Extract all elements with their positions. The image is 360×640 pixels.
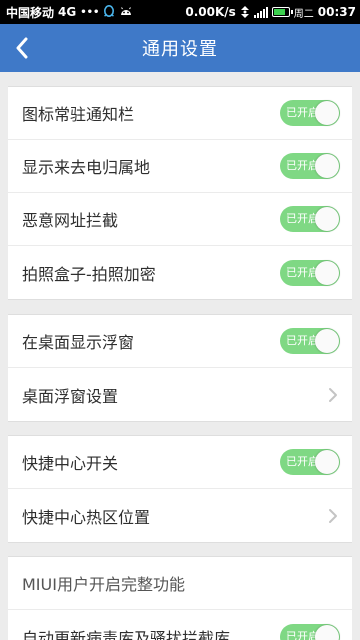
setting-label: 恶意网址拦截 xyxy=(22,211,119,230)
toggle-switch[interactable]: 已开启 xyxy=(280,623,340,640)
setting-row-miui-header: MIUI用户开启完整功能 xyxy=(8,557,352,610)
section-header-label: MIUI用户开启完整功能 xyxy=(22,575,185,594)
status-bar-left: 中国移动 4G ••• xyxy=(6,4,133,21)
setting-label: 快捷中心开关 xyxy=(22,454,119,473)
toggle-knob xyxy=(315,101,339,125)
qq-icon xyxy=(103,5,115,19)
toggle-knob xyxy=(315,207,339,231)
network-speed-label: 0.00K/s xyxy=(185,5,236,19)
toggle-knob xyxy=(315,260,339,285)
status-bar-right: 0.00K/s 周二 00:37 xyxy=(185,5,356,20)
toggle-switch[interactable]: 已开启 xyxy=(280,100,340,126)
page-title: 通用设置 xyxy=(142,39,218,60)
clock-label: 00:37 xyxy=(317,5,356,19)
weekday-label: 周二 xyxy=(293,8,314,20)
setting-row-float-settings[interactable]: 桌面浮窗设置 xyxy=(8,368,352,421)
battery-level xyxy=(273,9,286,15)
carrier-label: 中国移动 xyxy=(6,5,55,20)
toggle-switch[interactable]: 已开启 xyxy=(280,206,340,232)
toggle-switch[interactable]: 已开启 xyxy=(280,449,340,475)
android-icon xyxy=(119,6,133,18)
network-type-label: 4G xyxy=(58,5,77,19)
battery-icon xyxy=(271,7,293,17)
setting-label: 快捷中心热区位置 xyxy=(22,507,151,527)
setting-row-shortcut-hotzone[interactable]: 快捷中心热区位置 xyxy=(8,489,352,542)
setting-row-shortcut-switch[interactable]: 快捷中心开关 已开启 xyxy=(8,436,352,489)
setting-label: 显示来去电归属地 xyxy=(22,158,151,177)
settings-group-miui: MIUI用户开启完整功能 自动更新病毒库及骚扰拦截库 已开启 xyxy=(8,556,352,640)
app-header: 通用设置 xyxy=(0,24,360,72)
chevron-right-icon xyxy=(326,385,340,405)
back-button[interactable] xyxy=(8,32,36,64)
setting-row-photo-encryption[interactable]: 拍照盒子-拍照加密 已开启 xyxy=(8,246,352,299)
setting-row-caller-location[interactable]: 显示来去电归属地 已开启 xyxy=(8,140,352,193)
chevron-right-icon xyxy=(326,506,340,526)
toggle-knob xyxy=(315,450,339,474)
toggle-switch[interactable]: 已开启 xyxy=(280,259,340,286)
setting-label: 桌面浮窗设置 xyxy=(22,386,119,406)
toggle-knob xyxy=(315,154,339,178)
settings-group-floating-window: 在桌面显示浮窗 已开启 桌面浮窗设置 xyxy=(8,314,352,422)
toggle-switch[interactable]: 已开启 xyxy=(280,153,340,179)
status-bar: 中国移动 4G ••• 0.00K/s 周二 00:37 xyxy=(0,0,360,24)
toggle-knob xyxy=(315,329,339,353)
data-transfer-icon xyxy=(240,6,250,18)
setting-row-auto-update-db[interactable]: 自动更新病毒库及骚扰拦截库 已开启 xyxy=(8,610,352,640)
toggle-knob xyxy=(315,624,339,640)
setting-label: 拍照盒子-拍照加密 xyxy=(22,264,156,284)
signal-icon xyxy=(253,6,268,18)
setting-label: 图标常驻通知栏 xyxy=(22,105,135,124)
settings-list[interactable]: 图标常驻通知栏 已开启 显示来去电归属地 已开启 恶意网址拦截 已开启 拍照盒子… xyxy=(0,72,360,640)
setting-label: 在桌面显示浮窗 xyxy=(22,333,135,352)
setting-label: 自动更新病毒库及骚扰拦截库 xyxy=(22,628,231,640)
setting-row-malicious-url-block[interactable]: 恶意网址拦截 已开启 xyxy=(8,193,352,246)
settings-group-shortcut-center: 快捷中心开关 已开启 快捷中心热区位置 xyxy=(8,435,352,543)
setting-row-desktop-float[interactable]: 在桌面显示浮窗 已开启 xyxy=(8,315,352,368)
toggle-switch[interactable]: 已开启 xyxy=(280,328,340,354)
settings-group-basic: 图标常驻通知栏 已开启 显示来去电归属地 已开启 恶意网址拦截 已开启 拍照盒子… xyxy=(8,86,352,300)
notification-dots: ••• xyxy=(80,6,100,18)
setting-row-notification-icon[interactable]: 图标常驻通知栏 已开启 xyxy=(8,87,352,140)
chevron-left-icon xyxy=(16,37,28,59)
